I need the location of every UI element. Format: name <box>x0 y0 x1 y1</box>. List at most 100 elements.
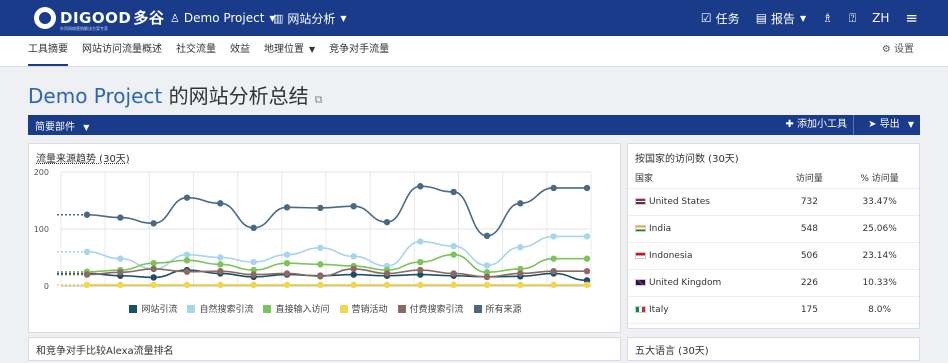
settings-link[interactable]: ⚙ 设置 <box>882 36 914 66</box>
data-point <box>450 242 457 250</box>
country-table: 国家 访问量 % 访问量 United States 732 33.47% In… <box>628 166 919 324</box>
data-point <box>83 211 91 218</box>
legend-item[interactable]: 所有来源 <box>473 302 522 315</box>
data-point <box>583 184 591 192</box>
tab-competitor-traffic[interactable]: 竞争对手流量 <box>329 36 389 66</box>
reports-label: 报告 <box>771 11 796 26</box>
summary-label: 简要部件 <box>35 122 75 133</box>
y-tick-label: 100 <box>34 225 49 234</box>
data-point <box>183 251 191 258</box>
tab-traffic-overview[interactable]: 网站访问流量概述 <box>82 36 162 66</box>
add-widget-button[interactable]: ✚ 添加小工具 <box>779 115 854 135</box>
pct-cell: 23.14% <box>840 242 919 270</box>
chevron-down-icon: ▼ <box>800 13 807 23</box>
legend-swatch <box>187 304 196 313</box>
legend-label: 营销活动 <box>351 305 388 315</box>
data-point <box>517 281 524 289</box>
logo[interactable]: DIGOOD 多谷 外贸网络营销解决方案专家 <box>34 7 165 31</box>
menu-button[interactable]: ≡ <box>905 9 918 27</box>
country-visits-panel: 按国家的访问数 (30天) 国家 访问量 % 访问量 United States… <box>627 143 920 329</box>
legend-item[interactable]: 付费搜索引流 <box>397 302 464 315</box>
data-point <box>483 273 491 281</box>
tab-geo[interactable]: 地理位置 ▼ <box>264 36 315 66</box>
data-point <box>317 281 324 289</box>
country-name: Italy <box>649 305 669 315</box>
legend-label: 网站引流 <box>141 305 178 315</box>
legend-label: 所有来源 <box>485 305 522 315</box>
country-name: India <box>649 224 672 234</box>
country-cell: United Kingdom <box>628 269 779 297</box>
language-selector[interactable]: ZH <box>872 11 889 25</box>
tab-tool-summary[interactable]: 工具摘要 <box>28 36 68 66</box>
data-point <box>150 220 157 227</box>
tab-geo-label: 地理位置 <box>264 44 304 55</box>
plus-icon: ✚ <box>785 119 794 130</box>
export-dropdown[interactable]: ➤ 导出 ▼ <box>868 115 914 135</box>
tab-social-traffic[interactable]: 社交流量 <box>176 36 216 66</box>
user-add-button[interactable]: ♗ <box>822 11 833 25</box>
uk-flag-icon <box>635 279 646 286</box>
data-point <box>417 258 424 266</box>
analytics-dropdown[interactable]: ▥ 网站分析 ▼ <box>273 0 347 36</box>
reports-dropdown[interactable]: ▤ 报告 ▼ <box>756 10 807 27</box>
data-point <box>183 281 191 289</box>
country-name: Indonesia <box>649 251 693 261</box>
data-point <box>183 268 191 275</box>
data-point <box>317 204 324 212</box>
data-point <box>450 188 457 196</box>
table-row: United Kingdom 226 10.33% <box>628 269 919 297</box>
data-point <box>483 281 491 289</box>
analytics-label: 网站分析 <box>287 11 336 26</box>
y-tick-label: 0 <box>44 282 49 291</box>
summary-dropdown[interactable]: 简要部件 ▼ <box>35 118 89 133</box>
copy-icon[interactable]: ⧉ <box>315 93 323 106</box>
chevron-down-icon: ▼ <box>907 120 914 129</box>
chevron-down-icon: ▼ <box>340 13 347 23</box>
data-point <box>450 251 457 258</box>
traffic-line-chart: 200 100 0 <box>34 168 592 291</box>
data-point <box>83 248 91 255</box>
visits-cell: 506 <box>778 242 841 270</box>
legend-item[interactable]: 自然搜索引流 <box>187 302 253 315</box>
data-point <box>250 224 257 232</box>
data-point <box>150 274 157 281</box>
legend-item[interactable]: 网站引流 <box>129 302 177 315</box>
italy-flag-icon <box>635 306 646 313</box>
logo-mark-icon <box>34 7 56 29</box>
legend-item[interactable]: 营销活动 <box>339 302 388 315</box>
data-point <box>383 281 391 289</box>
data-point <box>283 251 291 258</box>
project-label: Demo Project <box>183 11 265 25</box>
column-header: 国家 <box>628 166 779 189</box>
data-point <box>250 271 257 278</box>
data-point <box>217 267 224 275</box>
chart-legend: 网站引流 自然搜索引流 直接输入访问 营销活动 付费搜索引流 所有来源 <box>29 302 622 315</box>
data-point <box>283 260 291 267</box>
help-button[interactable]: ⍰ <box>849 11 856 26</box>
brand-subtitle: 外贸网络营销解决方案专家 <box>60 26 108 31</box>
table-row: United States 732 33.47% <box>628 188 919 216</box>
data-point <box>517 270 524 277</box>
project-dropdown[interactable]: ♙ Demo Project ▼ <box>170 0 276 36</box>
page-title: Demo Project 的网站分析总结 ⧉ <box>28 80 322 109</box>
legend-item[interactable]: 直接输入访问 <box>263 302 330 315</box>
country-cell: India <box>628 215 779 243</box>
tasks-button[interactable]: ☑ 任务 <box>701 10 740 27</box>
country-cell: United States <box>628 188 779 216</box>
user-add-icon: ♗ <box>822 11 833 25</box>
data-point <box>317 273 324 280</box>
top-languages-panel: 五大语言 (30天) <box>627 337 920 361</box>
data-point <box>117 281 124 289</box>
help-icon: ⍰ <box>848 10 857 25</box>
y-tick-label: 200 <box>34 168 49 177</box>
column-header: 访问量 <box>778 166 841 189</box>
panel-title: 五大语言 (30天) <box>635 346 709 357</box>
data-point <box>417 238 424 245</box>
widget-toolbar: 简要部件 ▼ ✚ 添加小工具 ➤ 导出 ▼ <box>28 115 920 135</box>
visits-cell: 548 <box>778 215 841 243</box>
data-point <box>83 281 91 289</box>
tab-benefit[interactable]: 效益 <box>230 36 250 66</box>
brand-name-cn: 多谷 <box>133 8 165 27</box>
data-point <box>583 233 591 240</box>
export-label: 导出 <box>879 119 900 130</box>
